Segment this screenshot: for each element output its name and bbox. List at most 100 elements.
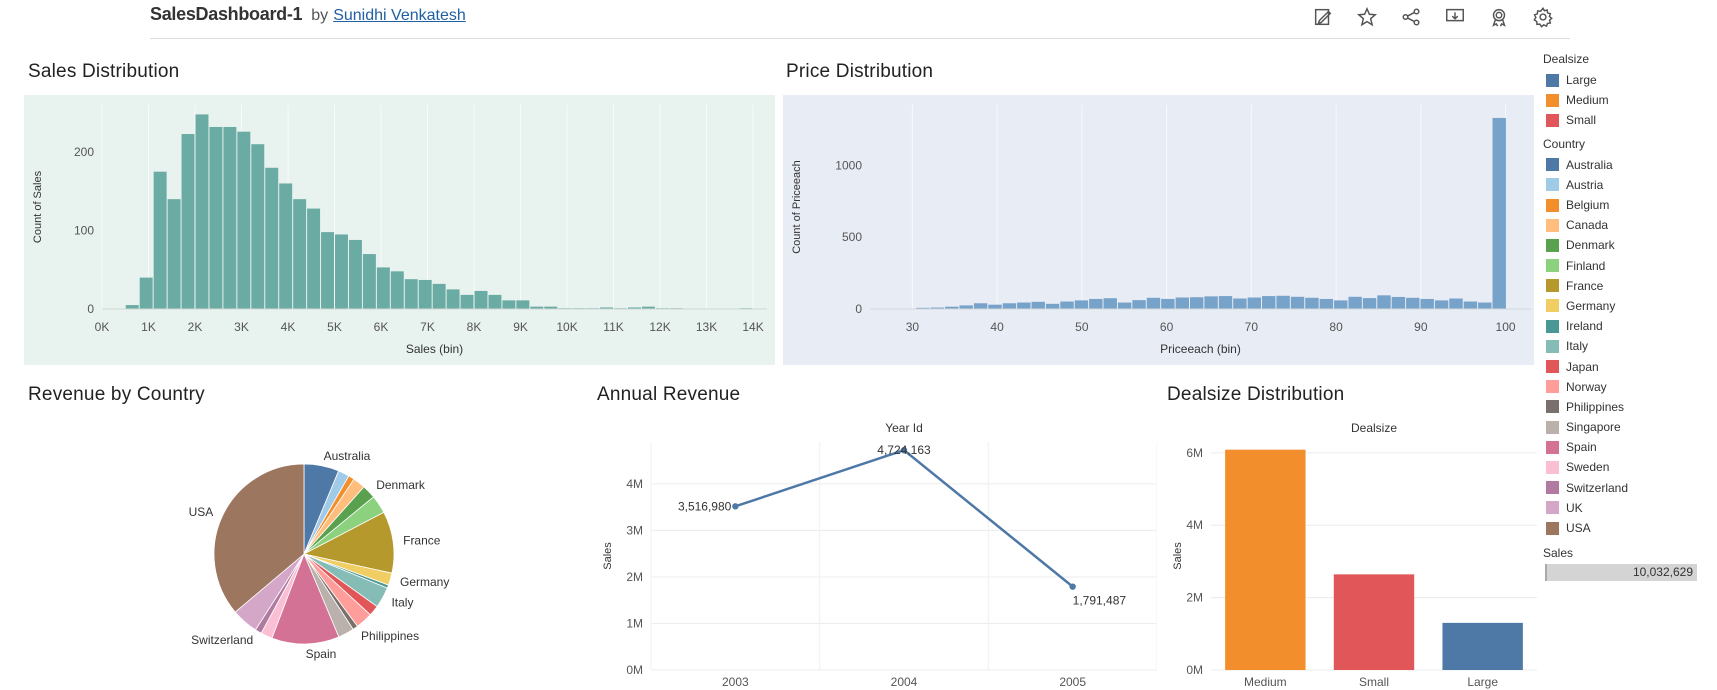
- y-tick-label: 0M: [626, 663, 643, 677]
- badge-icon[interactable]: [1484, 4, 1514, 30]
- bar-medium: [1225, 449, 1306, 670]
- hist-bar: [279, 183, 293, 309]
- legend-country-usa[interactable]: USA: [1543, 518, 1713, 538]
- hist-bar: [1262, 296, 1276, 309]
- hist-bar: [293, 199, 307, 309]
- hist-bar: [1478, 302, 1492, 309]
- legend-dealsize-medium[interactable]: Medium: [1543, 90, 1713, 110]
- y-tick-label: 6M: [1186, 446, 1203, 460]
- x-tick-label: 4K: [281, 320, 296, 334]
- download-icon[interactable]: [1440, 4, 1470, 30]
- legend-label: Medium: [1566, 93, 1609, 108]
- hist-bar: [1406, 297, 1420, 309]
- legend-label: Large: [1566, 73, 1597, 88]
- dealsize-bar-chart[interactable]: Dealsize 0M 2M 4M 6M Sales Medium Small Large: [1167, 418, 1537, 690]
- price-histogram[interactable]: 0 500 1000 30 40 50 60 70 80 90 100 Priceeach (bin)…: [783, 95, 1535, 365]
- hist-bar: [1334, 300, 1348, 309]
- header-divider: [150, 38, 1570, 39]
- share-icon[interactable]: [1396, 4, 1426, 30]
- toolbar: [1308, 4, 1558, 30]
- legend-country-sweden[interactable]: Sweden: [1543, 457, 1713, 477]
- y-tick-label: 0M: [1186, 663, 1203, 677]
- legend-swatch: [1546, 73, 1559, 87]
- legend-swatch: [1546, 259, 1559, 273]
- x-tick-label: 0K: [95, 320, 110, 334]
- hist-bar: [1420, 298, 1434, 309]
- y-tick-label: 1M: [626, 616, 643, 630]
- legend-label: Sweden: [1566, 460, 1610, 475]
- hist-bar: [516, 300, 530, 309]
- hist-bar: [1276, 295, 1290, 309]
- x-tick-label: Large: [1467, 675, 1498, 689]
- legend-country-denmark[interactable]: Denmark: [1543, 235, 1713, 255]
- sales-legend-title: Sales: [1543, 546, 1574, 561]
- hist-bar: [376, 267, 390, 309]
- legend-country-switzerland[interactable]: Switzerland: [1543, 478, 1713, 498]
- legend-country-italy[interactable]: Italy: [1543, 336, 1713, 356]
- dashboard-header: SalesDashboard-1 by Sunidhi Venkatesh: [0, 0, 1717, 40]
- y-tick-label: 4M: [626, 477, 643, 491]
- hist-bar: [251, 144, 265, 309]
- y-axis-title: Sales: [1172, 542, 1184, 570]
- hist-bar: [988, 304, 1002, 309]
- legend-swatch: [1546, 360, 1559, 374]
- hist-bar: [1218, 296, 1233, 309]
- hist-bar: [1233, 298, 1247, 309]
- hist-bar: [460, 294, 474, 309]
- series-line: [734, 448, 1074, 588]
- legend-country-philippines[interactable]: Philippines: [1543, 397, 1713, 417]
- legend-swatch: [1546, 521, 1559, 535]
- data-point: [732, 503, 739, 510]
- legend-country-japan[interactable]: Japan: [1543, 356, 1713, 376]
- legend-country-france[interactable]: France: [1543, 276, 1713, 296]
- edit-icon[interactable]: [1308, 4, 1338, 30]
- legend-country-finland[interactable]: Finland: [1543, 256, 1713, 276]
- star-icon[interactable]: [1352, 4, 1382, 30]
- author-link[interactable]: Sunidhi Venkatesh: [333, 7, 466, 24]
- hist-bar: [474, 290, 488, 309]
- annual-line-chart[interactable]: Year Id 0M 1M 2M 3M 4M Sales 3,516,980 4,724,163…: [597, 418, 1157, 690]
- y-tick-label: 1000: [835, 158, 862, 172]
- x-tick-label: 1K: [141, 320, 156, 334]
- hist-bar: [1319, 298, 1334, 309]
- legend-dealsize-large[interactable]: Large: [1543, 70, 1713, 90]
- legend-swatch: [1546, 279, 1559, 293]
- legend-country-germany[interactable]: Germany: [1543, 296, 1713, 316]
- x-tick-label: 3K: [234, 320, 249, 334]
- legend-country-norway[interactable]: Norway: [1543, 377, 1713, 397]
- country-pie-chart[interactable]: Australia Denmark France Germany Italy Philip…: [170, 440, 470, 675]
- x-tick-label: 50: [1075, 320, 1089, 334]
- legend-swatch: [1546, 178, 1559, 192]
- gear-icon[interactable]: [1528, 4, 1558, 30]
- legend-country-ireland[interactable]: Ireland: [1543, 316, 1713, 336]
- legend-country-canada[interactable]: Canada: [1543, 215, 1713, 235]
- legend-label: Australia: [1566, 157, 1613, 172]
- legend-country-uk[interactable]: UK: [1543, 498, 1713, 518]
- legend-label: Germany: [1566, 298, 1616, 313]
- legend-label: Italy: [1566, 339, 1589, 354]
- legend-country-australia[interactable]: Australia: [1543, 155, 1713, 175]
- x-tick-label: 100: [1496, 320, 1516, 334]
- hist-bar: [1175, 297, 1189, 309]
- legend-country-singapore[interactable]: Singapore: [1543, 417, 1713, 437]
- legend-country-spain[interactable]: Spain: [1543, 437, 1713, 457]
- x-tick-label: 90: [1414, 320, 1428, 334]
- legend-swatch: [1546, 380, 1559, 394]
- data-label: 1,791,487: [1073, 594, 1127, 608]
- hist-bar: [167, 199, 181, 309]
- sales-total-bar: 10,032,629: [1545, 564, 1697, 582]
- y-tick-label: 2M: [626, 570, 643, 584]
- legend-country-austria[interactable]: Austria: [1543, 175, 1713, 195]
- legend-dealsize-small[interactable]: Small: [1543, 110, 1713, 130]
- legend-country-belgium[interactable]: Belgium: [1543, 195, 1713, 215]
- sales-histogram[interactable]: 0 100 200 0K 1K 2K 3K 4K 5K 6K 7K 8K 9K 10K 11K 12K 13K 1…: [24, 95, 775, 365]
- hist-bar: [1377, 295, 1391, 309]
- x-tick-label: 11K: [603, 320, 623, 334]
- hist-bar: [418, 279, 432, 309]
- hist-bar: [502, 300, 516, 309]
- legend-swatch: [1546, 113, 1559, 127]
- y-tick-label: 200: [74, 145, 94, 159]
- hist-bar: [1161, 298, 1175, 309]
- y-tick-label: 500: [842, 230, 862, 244]
- legend-swatch: [1546, 198, 1559, 212]
